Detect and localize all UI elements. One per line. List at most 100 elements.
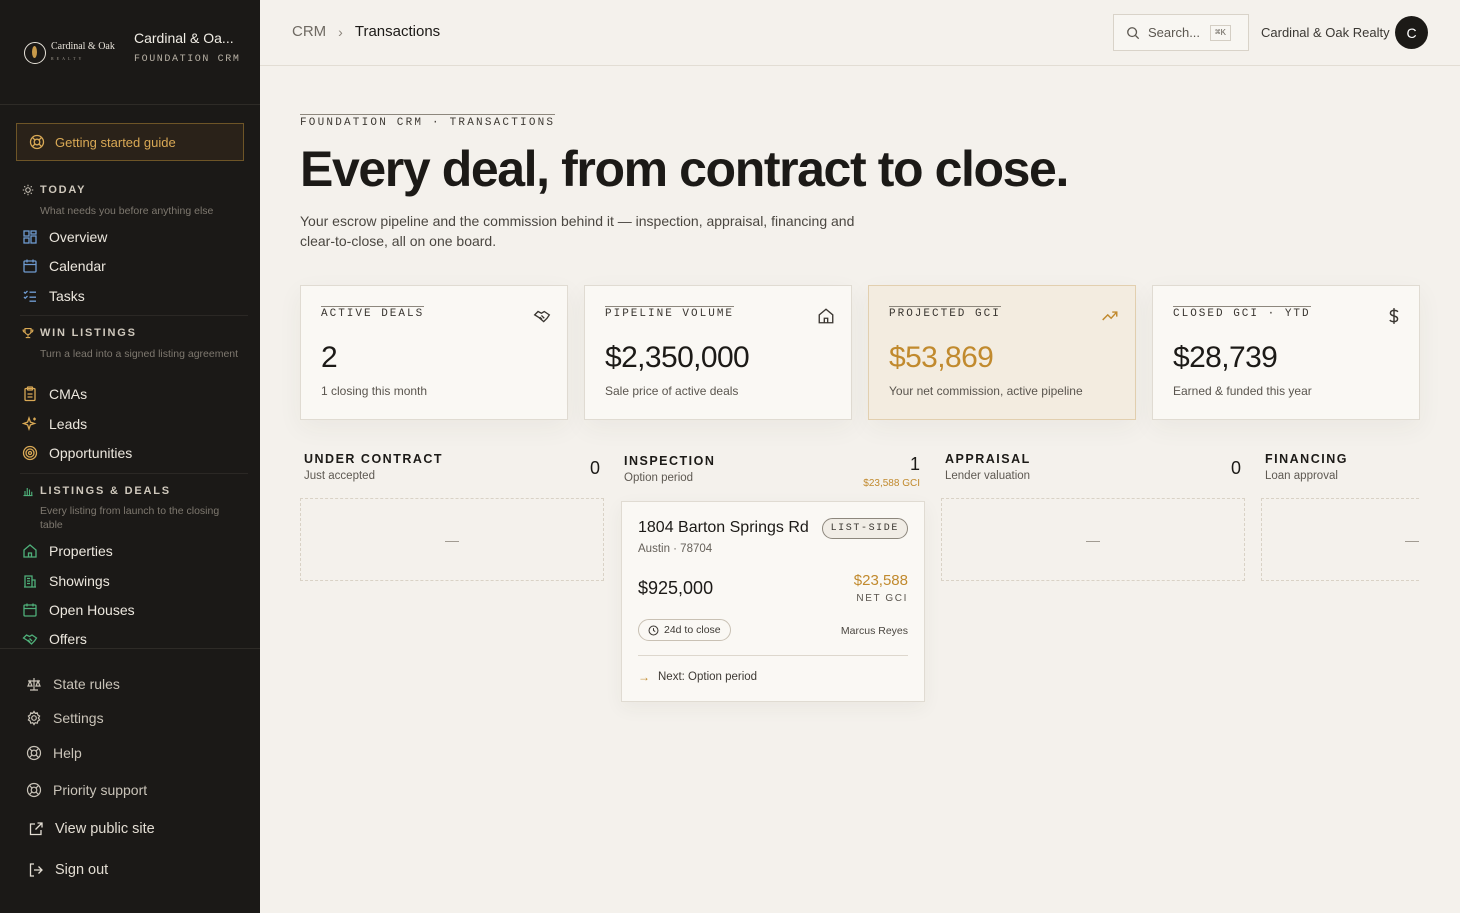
- stat-caption: Earned & funded this year: [1173, 384, 1312, 398]
- sign-out-button[interactable]: Sign out: [28, 862, 108, 878]
- section-listings-deals: LISTINGS & DEALS: [22, 485, 171, 497]
- handshake-icon: [533, 307, 551, 325]
- sidebar-item-settings[interactable]: Settings: [26, 710, 104, 726]
- stat-closed-gci: CLOSED GCI · YTD $28,739 Earned & funded…: [1152, 285, 1420, 420]
- building-icon: [22, 573, 38, 589]
- card-divider: [638, 655, 908, 656]
- column-gci: $23,588 GCI: [863, 478, 920, 489]
- empty-drop-zone[interactable]: —: [300, 498, 604, 581]
- workspace-name[interactable]: Cardinal & Oa...: [134, 30, 234, 46]
- sidebar-item-label: Properties: [49, 543, 113, 559]
- stat-value: $2,350,000: [605, 341, 750, 374]
- sidebar-item-tasks[interactable]: Tasks: [22, 288, 85, 304]
- logo-mark-icon: [24, 42, 46, 64]
- sidebar-footer: State rules Settings Help Priority suppo…: [0, 648, 260, 913]
- sidebar-item-leads[interactable]: Leads: [22, 416, 87, 432]
- lifebuoy-icon: [29, 134, 45, 150]
- sidebar-item-priority-support[interactable]: Priority support: [26, 782, 147, 798]
- sidebar-item-cmas[interactable]: CMAs: [22, 386, 87, 402]
- sparkle-icon: [22, 416, 38, 432]
- sidebar-item-label: Settings: [53, 710, 104, 726]
- sign-out-icon: [28, 862, 44, 878]
- stat-label: CLOSED GCI · YTD: [1173, 306, 1311, 320]
- stat-caption: Sale price of active deals: [605, 384, 739, 398]
- section-description: What needs you before anything else: [40, 205, 214, 217]
- sidebar-item-label: State rules: [53, 676, 120, 692]
- sidebar-item-label: View public site: [55, 821, 155, 837]
- days-to-close-badge: 24d to close: [638, 619, 731, 641]
- column-title: APPRAISAL: [945, 452, 1031, 466]
- column-title: INSPECTION: [624, 454, 716, 468]
- deal-side-badge: LIST-SIDE: [821, 518, 908, 539]
- page-intro: Your escrow pipeline and the commission …: [300, 213, 855, 249]
- handshake-icon: [22, 631, 38, 647]
- scale-icon: [26, 676, 42, 692]
- section-divider: [20, 315, 248, 316]
- sidebar-item-showings[interactable]: Showings: [22, 573, 110, 589]
- stat-caption: 1 closing this month: [321, 384, 428, 398]
- column-subtitle: Lender valuation: [945, 470, 1031, 482]
- sidebar-item-label: Calendar: [49, 258, 106, 274]
- column-subtitle: Loan approval: [1265, 470, 1338, 482]
- section-description: Turn a lead into a signed listing agreem…: [40, 348, 239, 360]
- column-title: UNDER CONTRACT: [304, 452, 444, 466]
- brand-header: Cardinal & Oak REALTY Cardinal & Oa... F…: [0, 0, 260, 105]
- sidebar-item-open-houses[interactable]: Open Houses: [22, 602, 135, 618]
- section-today: TODAY: [22, 184, 86, 196]
- stat-label: ACTIVE DEALS: [321, 306, 425, 320]
- sidebar-item-calendar[interactable]: Calendar: [22, 258, 106, 274]
- deal-card[interactable]: 1804 Barton Springs Rd Austin · 78704 LI…: [621, 501, 925, 702]
- sidebar-item-view-public-site[interactable]: View public site: [28, 821, 155, 837]
- sidebar-item-label: Help: [53, 745, 82, 761]
- search-placeholder: Search...: [1148, 25, 1201, 40]
- home-icon: [817, 307, 835, 325]
- grid-icon: [22, 229, 38, 245]
- clipboard-icon: [22, 386, 38, 402]
- stat-value: $28,739: [1173, 341, 1278, 374]
- sidebar-item-properties[interactable]: Properties: [22, 543, 113, 559]
- sidebar-item-opportunities[interactable]: Opportunities: [22, 445, 132, 461]
- sun-icon: [22, 184, 34, 196]
- sidebar-item-label: Sign out: [55, 862, 109, 878]
- stat-projected-gci: PROJECTED GCI $53,869 Your net commissio…: [868, 285, 1136, 420]
- empty-drop-zone[interactable]: —: [941, 498, 1245, 581]
- avatar[interactable]: C: [1395, 16, 1428, 49]
- section-win-listings: WIN LISTINGS: [22, 327, 137, 339]
- section-description: Every listing from launch to the closing…: [40, 505, 220, 531]
- sidebar-item-help[interactable]: Help: [26, 745, 82, 761]
- getting-started-button[interactable]: Getting started guide: [16, 123, 244, 161]
- calendar-icon: [22, 258, 38, 274]
- sidebar-item-label: Opportunities: [49, 445, 133, 461]
- stat-label: PROJECTED GCI: [889, 306, 1001, 320]
- sidebar-item-offers[interactable]: Offers: [22, 631, 87, 647]
- empty-drop-zone[interactable]: —: [1261, 498, 1419, 581]
- sidebar-item-overview[interactable]: Overview: [22, 229, 107, 245]
- column-count: 0: [1230, 458, 1241, 478]
- dollar-icon: [1385, 307, 1403, 325]
- arrow-right-icon: →: [638, 670, 650, 684]
- deal-price: $925,000: [638, 578, 714, 598]
- section-title: WIN LISTINGS: [40, 327, 137, 339]
- column-subtitle: Just accepted: [304, 470, 375, 482]
- workspace-subtitle: FOUNDATION CRM: [134, 54, 241, 65]
- chevron-right-icon: ›: [338, 23, 343, 40]
- top-bar: CRM › Transactions Search... ⌘K Cardinal…: [260, 0, 1460, 66]
- logo-wordmark: Cardinal & Oak REALTY: [51, 41, 115, 62]
- section-divider: [20, 473, 248, 474]
- search-shortcut: ⌘K: [1210, 24, 1231, 41]
- sidebar-item-state-rules[interactable]: State rules: [26, 676, 120, 692]
- breadcrumb-crm[interactable]: CRM: [292, 23, 326, 40]
- section-title: LISTINGS & DEALS: [40, 485, 171, 497]
- sidebar-item-label: Open Houses: [49, 602, 135, 618]
- breadcrumb-current: Transactions: [354, 23, 441, 40]
- next-step[interactable]: → Next: Option period: [638, 670, 757, 684]
- brand-logo[interactable]: Cardinal & Oak REALTY: [24, 42, 115, 64]
- external-link-icon: [28, 821, 44, 837]
- home-icon: [22, 543, 38, 559]
- days-to-close: 24d to close: [664, 624, 721, 636]
- stat-value: $53,869: [889, 341, 994, 374]
- stat-pipeline-volume: PIPELINE VOLUME $2,350,000 Sale price of…: [584, 285, 852, 420]
- calendar-icon: [22, 602, 38, 618]
- sidebar-item-label: Offers: [49, 631, 87, 647]
- search-input[interactable]: Search... ⌘K: [1113, 14, 1249, 51]
